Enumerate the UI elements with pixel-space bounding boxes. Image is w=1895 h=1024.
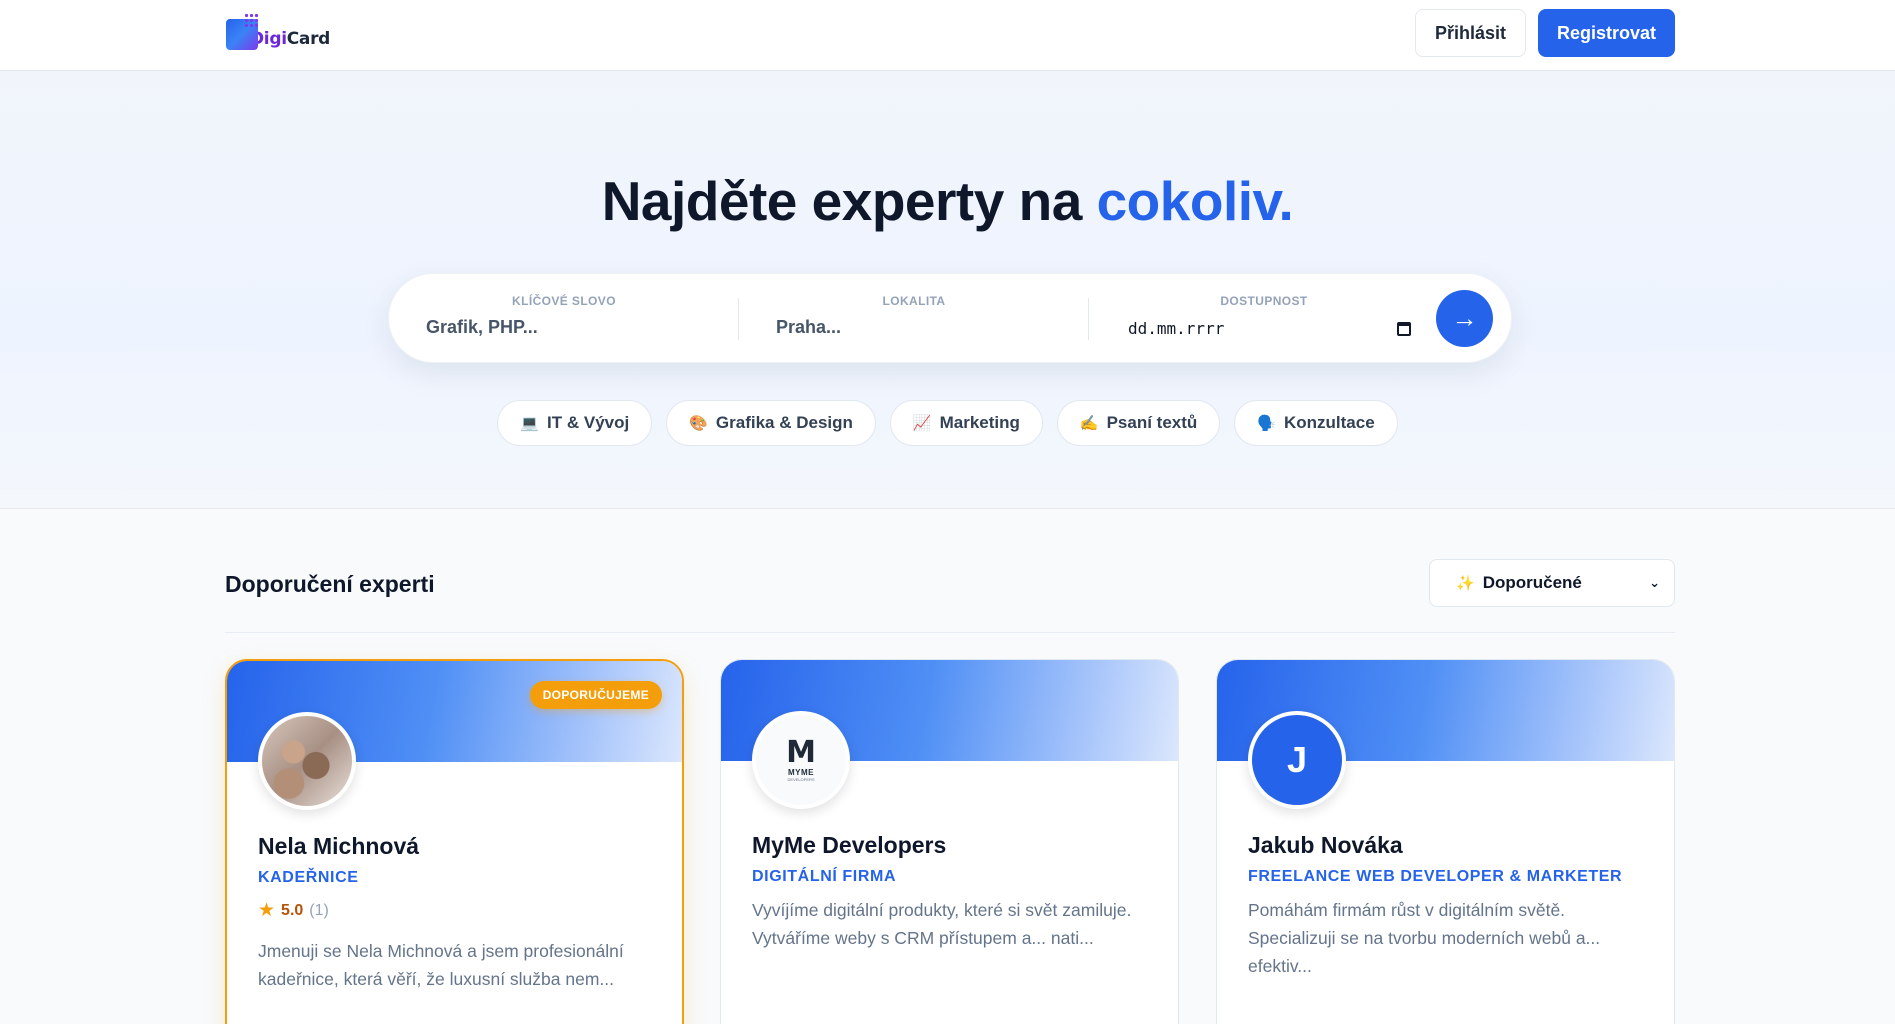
speaking-head-icon: 🗣️	[1257, 415, 1276, 432]
search-bar: KLÍČOVÉ SLOVO Grafik, PHP... LOKALITA Pr…	[388, 273, 1512, 363]
sparkles-icon: ✨	[1456, 575, 1475, 592]
category-chip-consulting[interactable]: 🗣️ Konzultace	[1234, 400, 1398, 446]
availability-date-input[interactable]: dd.mm.rrrr	[1128, 319, 1224, 338]
expert-name[interactable]: MyMe Developers	[752, 832, 946, 859]
expert-role: FREELANCE WEB DEVELOPER & MARKETER	[1248, 868, 1623, 885]
digicard-logo[interactable]: DigiCard	[226, 13, 331, 51]
logo-text: DigiCard	[250, 29, 331, 49]
section-divider	[225, 632, 1675, 633]
expert-role: DIGITÁLNÍ FIRMA	[752, 868, 897, 885]
star-icon: ★	[258, 900, 276, 921]
search-submit-button[interactable]: →	[1436, 290, 1493, 347]
expert-card[interactable]: J Jakub Nováka FREELANCE WEB DEVELOPER &…	[1216, 659, 1675, 1024]
writing-hand-icon: ✍️	[1079, 415, 1099, 432]
company-logo-avatar: M MYME DEVELOPERS	[752, 711, 850, 809]
availability-label: DOSTUPNOST	[1220, 294, 1308, 308]
expert-card[interactable]: DOPORUČUJEME Nela Michnová KADEŘNICE ★ 5…	[225, 659, 684, 1024]
location-field[interactable]: LOKALITA Praha...	[739, 274, 1089, 364]
expert-description: Pomáhám firmám růst v digitálním světě. …	[1248, 900, 1601, 976]
hero-title: Najděte experty na cokoliv.	[601, 170, 1294, 232]
keyword-input[interactable]: Grafik, PHP...	[426, 317, 538, 338]
recommended-badge: DOPORUČUJEME	[529, 681, 662, 709]
sort-select[interactable]: ✨ Doporučené ⌄	[1429, 559, 1675, 607]
rating: ★ 5.0 (1)	[258, 899, 329, 922]
arrow-right-icon: →	[1451, 303, 1478, 333]
expert-name[interactable]: Nela Michnová	[258, 833, 419, 860]
category-chip-marketing[interactable]: 📈 Marketing	[889, 400, 1043, 446]
calendar-icon[interactable]	[1397, 322, 1411, 336]
chevron-down-icon: ⌄	[1649, 575, 1660, 590]
category-chip-it[interactable]: 💻 IT & Vývoj	[497, 400, 653, 446]
hero-section: Najděte experty na cokoliv. KLÍČOVÉ SLOV…	[0, 71, 1895, 509]
expert-description: Jmenuji se Nela Michnová a jsem profesio…	[258, 941, 624, 989]
expert-description: Vyvíjíme digitální produkty, které si sv…	[752, 900, 1132, 948]
section-title: Doporučení experti	[225, 571, 435, 597]
laptop-icon: 💻	[520, 415, 540, 432]
keyword-field[interactable]: KLÍČOVÉ SLOVO Grafik, PHP...	[389, 274, 739, 364]
rating-count: (1)	[309, 901, 329, 919]
login-button[interactable]: Přihlásit	[1415, 9, 1526, 57]
expert-name[interactable]: Jakub Nováka	[1248, 832, 1403, 859]
sort-value: Doporučené	[1482, 573, 1582, 592]
category-chip-writing[interactable]: ✍️ Psaní textů	[1056, 400, 1221, 446]
category-chips: 💻 IT & Vývoj 🎨 Grafika & Design 📈 Marketing…	[0, 400, 1895, 446]
avatar	[258, 712, 356, 810]
avatar: J	[1248, 711, 1346, 809]
top-navbar: DigiCard Přihlásit Registrovat	[0, 0, 1895, 71]
location-input[interactable]: Praha...	[776, 317, 841, 338]
category-chip-design[interactable]: 🎨 Grafika & Design	[666, 400, 876, 446]
expert-card[interactable]: M MYME DEVELOPERS MyMe Developers DIGITÁ…	[720, 659, 1179, 1024]
expert-role: KADEŘNICE	[258, 869, 359, 886]
availability-field[interactable]: DOSTUPNOST dd.mm.rrrr	[1089, 274, 1439, 364]
chart-icon: 📈	[912, 415, 932, 432]
logo-icon	[226, 13, 260, 51]
palette-icon: 🎨	[689, 415, 708, 432]
register-button[interactable]: Registrovat	[1538, 9, 1675, 57]
location-label: LOKALITA	[882, 294, 946, 308]
keyword-label: KLÍČOVÉ SLOVO	[512, 294, 616, 308]
rating-score: 5.0	[281, 901, 304, 919]
